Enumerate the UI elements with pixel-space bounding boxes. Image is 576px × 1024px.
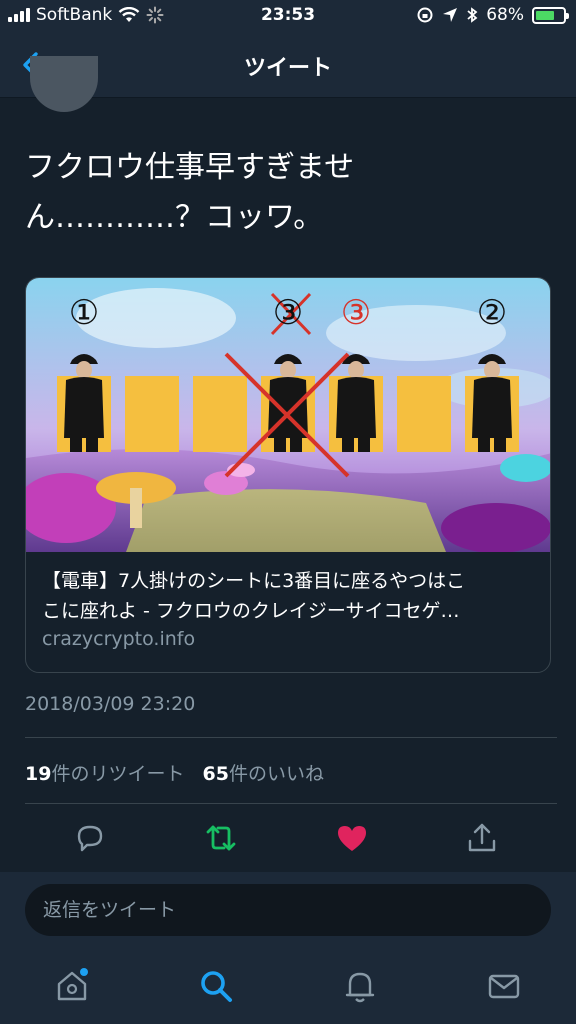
like-stat[interactable]: 65件のいいね [203,763,324,785]
unread-dot [80,968,88,976]
card-title-line-2: こに座れよ - フクロウのクレイジーサイコセゲ… [42,600,460,622]
notifications-icon[interactable] [342,968,378,1004]
battery-percent: 68% [486,5,524,25]
home-icon[interactable] [54,968,90,1004]
status-right: 68% [416,5,569,25]
reply-bar [0,872,576,952]
like-count-label: 件のいいね [228,763,324,785]
reply-input[interactable] [25,884,551,936]
retweet-icon[interactable] [204,821,238,855]
battery-fill [536,10,554,20]
messages-icon[interactable] [486,968,522,1004]
share-icon[interactable] [465,821,499,855]
retweet-count-label: 件のリツイート [51,763,185,785]
seat-label: ③ [341,293,371,333]
search-icon[interactable] [198,968,234,1004]
divider [25,803,557,804]
location-icon [443,8,458,22]
divider [25,737,557,738]
tweet-text-line-2: ん…………？コッワ。 [25,200,324,235]
tab-bar [0,952,576,1024]
retweet-stat[interactable]: 19件のリツイート [25,763,184,785]
tweet-text-line-1: フクロウ仕事早すぎませ [25,150,355,185]
tweet-actions [0,815,576,861]
tweet-text: フクロウ仕事早すぎませ ん…………？コッワ。 [25,143,545,243]
orientation-lock-icon [417,7,433,23]
retweet-count: 19 [25,763,52,785]
battery-icon [532,6,569,24]
seat-label: ① [69,293,99,333]
seat-label: ③ [273,293,303,333]
card-title-line-1: 【電車】7人掛けのシートに3番目に座るやつはこ [42,570,466,592]
tweet-stats: 19件のリツイート 65件のいいね [25,759,324,786]
bluetooth-icon [467,7,478,23]
like-count: 65 [202,763,229,785]
card-title: 【電車】7人掛けのシートに3番目に座るやつはこ こに座れよ - フクロウのクレイ… [42,566,542,626]
link-card[interactable]: ① ③ ③ ② 【電車】7人掛けのシートに3番目に座るやつはこ こに座れよ - … [25,277,551,673]
avatar[interactable] [30,56,98,112]
seat-label: ② [477,293,507,333]
reply-icon[interactable] [73,821,107,855]
tweet-timestamp: 2018/03/09 23:20 [25,693,196,715]
like-icon[interactable] [335,821,369,855]
status-bar: SoftBank 23:53 68% [0,0,576,32]
card-domain: crazycrypto.info [42,628,196,650]
card-image: ① ③ ③ ② [26,278,550,552]
